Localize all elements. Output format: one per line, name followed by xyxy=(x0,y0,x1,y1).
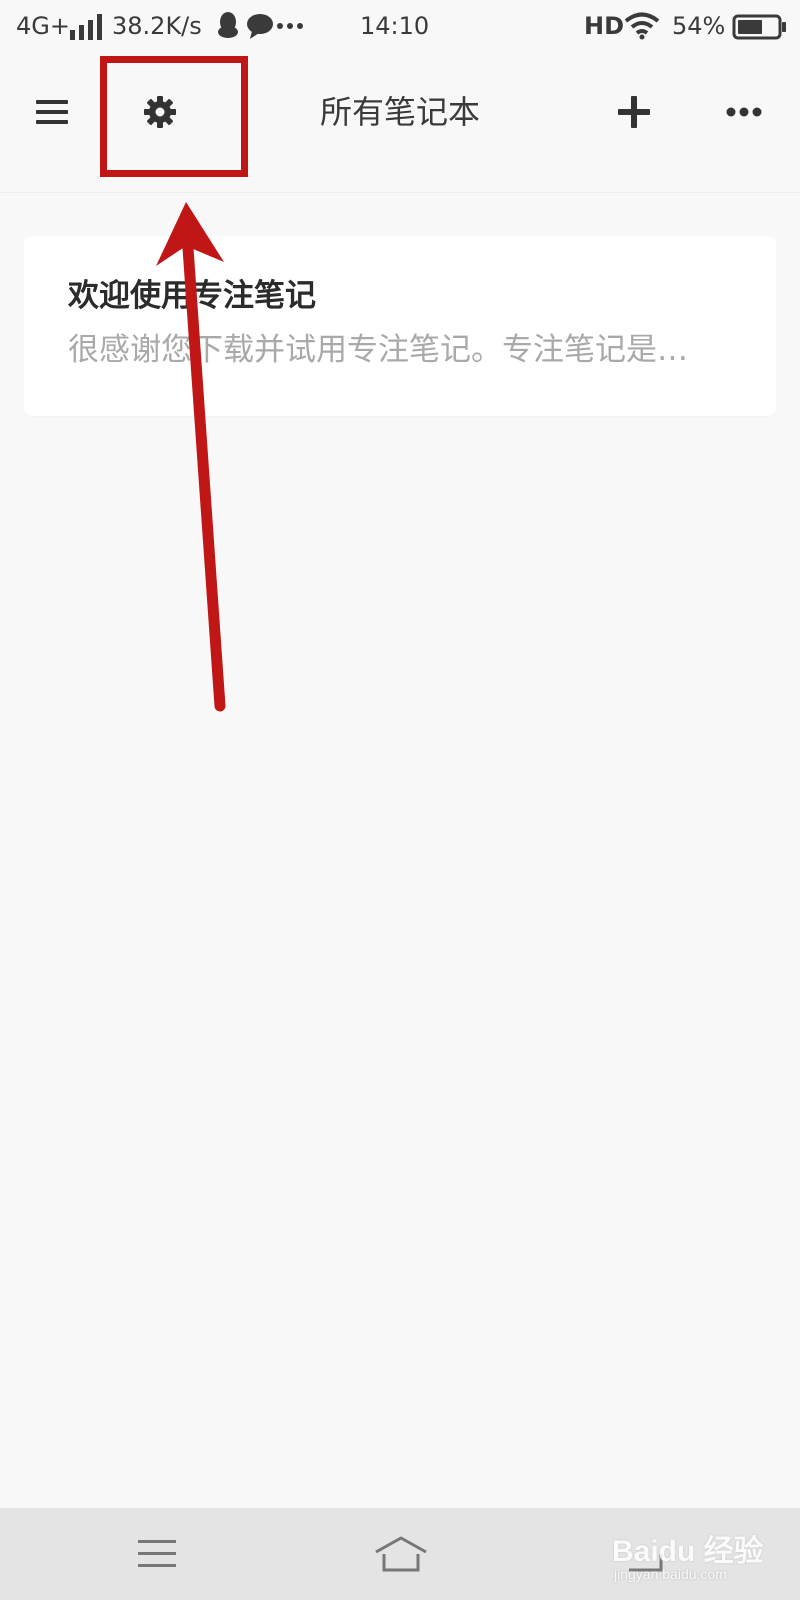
home-icon xyxy=(375,1536,427,1572)
plus-icon xyxy=(618,96,650,128)
nav-menu-button[interactable] xyxy=(112,1522,202,1586)
baidu-watermark: Baidu 经验 jingyan.baidu.com xyxy=(612,1526,800,1596)
status-bar: 4G+ 38.2K/s 14:10 HD 54% xyxy=(0,0,800,52)
note-preview: 很感谢您下载并试用专注笔记。专注笔记是… xyxy=(68,332,688,368)
watermark-url: jingyan.baidu.com xyxy=(614,1566,727,1582)
note-item[interactable]: 欢迎使用专注笔记 很感谢您下载并试用专注笔记。专注笔记是… xyxy=(24,236,776,416)
nav-menu-icon xyxy=(138,1540,176,1567)
network-type: 4G+ xyxy=(16,12,70,40)
signal-icon xyxy=(70,14,102,40)
network-speed: 38.2K/s xyxy=(112,12,202,40)
wifi-icon xyxy=(624,12,660,40)
qq-icon xyxy=(218,12,238,38)
hd-indicator: HD xyxy=(584,12,625,40)
more-button[interactable] xyxy=(706,74,782,150)
watermark-brand: Baidu 经验 xyxy=(612,1535,764,1568)
battery-icon xyxy=(732,14,786,40)
battery-percent: 54% xyxy=(672,12,726,40)
note-title: 欢迎使用专注笔记 xyxy=(68,278,316,314)
nav-home-button[interactable] xyxy=(356,1522,446,1586)
add-note-button[interactable] xyxy=(596,74,672,150)
more-icon xyxy=(726,107,762,117)
clock: 14:10 xyxy=(360,12,430,40)
annotation-highlight-box xyxy=(100,56,248,177)
message-icon xyxy=(247,14,273,39)
overflow-dots-icon xyxy=(277,23,303,29)
